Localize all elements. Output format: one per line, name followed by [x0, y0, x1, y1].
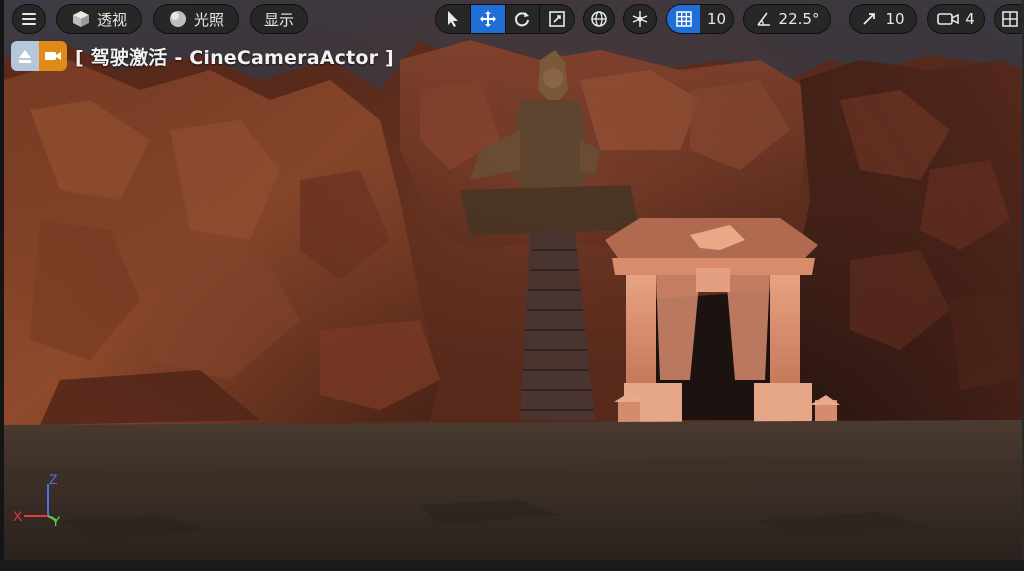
eject-pilot-button[interactable] [11, 41, 67, 71]
level-viewport[interactable]: 透视 光照 显示 10 22.5° 10 4 [驾驶激活 - CineCame… [0, 0, 1024, 560]
transform-tools-group [435, 4, 575, 34]
world-local-toggle[interactable] [583, 4, 615, 34]
axis-gizmo: Z X Y [13, 471, 61, 529]
cursor-arrow-icon [447, 11, 458, 27]
translate-tool-button[interactable] [470, 5, 505, 33]
hamburger-icon [22, 13, 36, 25]
scene-render [0, 0, 1024, 560]
grid-icon [675, 11, 692, 27]
scale-tool-button[interactable] [540, 5, 574, 33]
camera-speed-value: 4 [965, 10, 975, 28]
lit-mode-button[interactable]: 光照 [153, 4, 239, 34]
show-label: 显示 [263, 10, 294, 29]
rotate-icon [515, 12, 530, 27]
grid-snap-toggle[interactable] [667, 5, 700, 33]
select-tool-button[interactable] [436, 5, 470, 33]
scale-snap-group[interactable]: 10 [849, 4, 917, 34]
grid-snap-group[interactable]: 10 [666, 4, 734, 34]
rotate-tool-button[interactable] [506, 5, 540, 33]
lit-sphere-icon [169, 11, 186, 27]
cube-icon [72, 11, 89, 27]
camera-speed-button[interactable]: 4 [927, 4, 985, 34]
pilot-camera-indicator: [ 驾驶激活 - CineCameraActor ] [11, 41, 394, 71]
pilot-label: [ 驾驶激活 - CineCameraActor ] [75, 46, 394, 69]
scale-icon [549, 11, 565, 27]
perspective-button[interactable]: 透视 [56, 4, 142, 34]
surface-snap-toggle[interactable] [623, 4, 657, 34]
bottom-panel-strip [0, 560, 1024, 571]
scale-snap-value: 10 [885, 10, 905, 28]
angle-icon [756, 12, 770, 26]
viewport-left-border [0, 0, 4, 560]
move-arrows-icon [479, 11, 496, 27]
show-button[interactable]: 显示 [250, 4, 308, 34]
rotation-snap-group[interactable]: 22.5° [743, 4, 831, 34]
lit-label: 光照 [193, 10, 224, 29]
axis-z-label: Z [49, 471, 58, 487]
camera-icon [937, 13, 959, 25]
surface-snap-icon [632, 11, 648, 27]
viewport-layout-button[interactable] [994, 4, 1024, 34]
perspective-label: 透视 [96, 10, 127, 29]
eject-icon [19, 50, 31, 63]
layout-grid-icon [1002, 11, 1018, 27]
rotation-snap-value: 22.5° [778, 10, 820, 28]
axis-x-label: X [13, 508, 23, 524]
camera-icon [45, 52, 61, 60]
globe-icon [591, 11, 607, 27]
scale-arrow-icon [863, 13, 876, 25]
grid-snap-value: 10 [706, 10, 727, 28]
axis-y-label: Y [51, 513, 61, 529]
viewport-menu-button[interactable] [12, 4, 46, 34]
